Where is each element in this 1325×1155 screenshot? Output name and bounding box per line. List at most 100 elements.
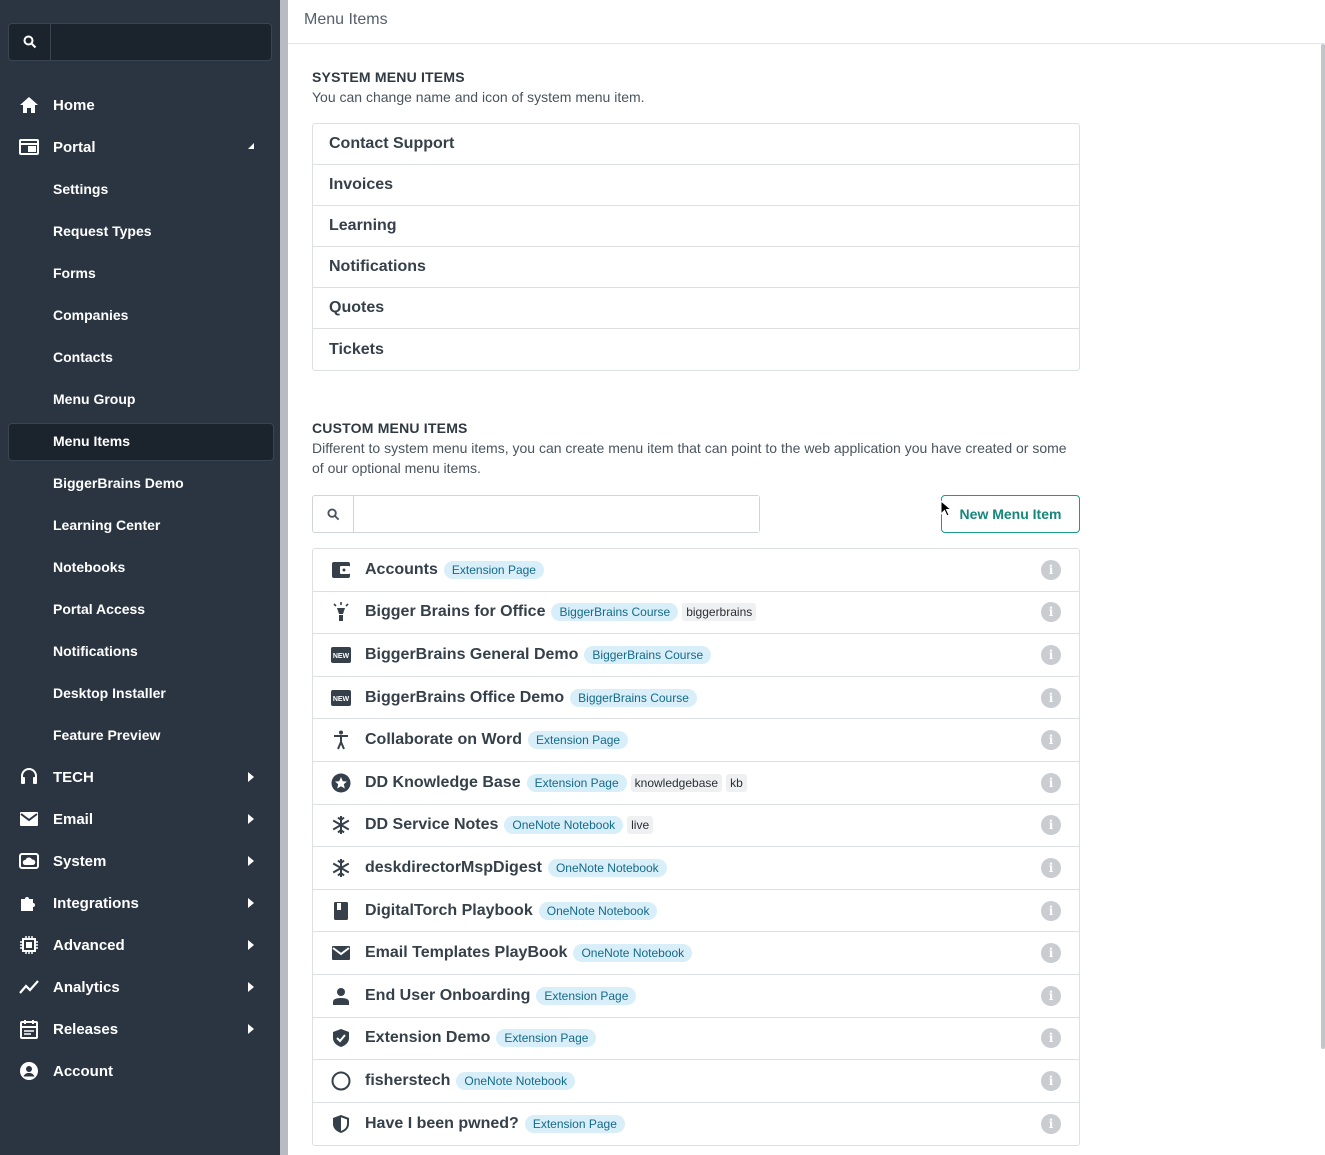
sidebar-item-system[interactable]: System — [0, 840, 280, 882]
info-icon[interactable]: i — [1041, 1114, 1061, 1135]
sidebar-subitem-contacts[interactable]: Contacts — [0, 336, 280, 378]
custom-menu-item[interactable]: Accounts Extension Page i — [313, 549, 1079, 592]
chevron-right-icon — [248, 940, 254, 950]
info-icon[interactable]: i — [1041, 772, 1061, 793]
main-content: SYSTEM MENU ITEMS You can change name an… — [312, 44, 1080, 1147]
keyword-tag: biggerbrains — [682, 603, 757, 622]
info-icon[interactable]: i — [1041, 900, 1061, 921]
info-icon[interactable]: i — [1041, 559, 1061, 580]
sidebar-item-home[interactable]: Home — [0, 84, 280, 126]
info-icon[interactable]: i — [1041, 943, 1061, 964]
type-badge: OneNote Notebook — [573, 944, 693, 963]
sidebar-item-releases[interactable]: Releases — [0, 1008, 280, 1050]
info-icon[interactable]: i — [1041, 687, 1061, 708]
custom-menu-item-body: Have I been pwned? Extension Page — [365, 1115, 625, 1134]
sidebar-item-tech[interactable]: TECH — [0, 756, 280, 798]
sidebar-item-label: Notifications — [53, 643, 138, 659]
custom-menu-item[interactable]: NEW BiggerBrains General Demo BiggerBrains… — [313, 634, 1079, 677]
custom-menu-item-name: Collaborate on Word — [365, 731, 523, 749]
info-icon[interactable]: i — [1041, 644, 1061, 665]
person-icon — [331, 986, 351, 1006]
page-header: Menu Items — [288, 0, 1325, 44]
sidebar-subitem-menu-items[interactable]: Menu Items — [0, 420, 280, 462]
system-menu-item[interactable]: Notifications — [313, 247, 1079, 288]
sidebar-subitem-companies[interactable]: Companies — [0, 294, 280, 336]
sidebar-subitem-biggerbrains-demo[interactable]: BiggerBrains Demo — [0, 462, 280, 504]
cpu-icon — [18, 935, 40, 955]
system-menu-item[interactable]: Learning — [313, 206, 1079, 247]
custom-menu-item-name: BiggerBrains General Demo — [365, 645, 579, 663]
custom-menu-item[interactable]: Bigger Brains for Office BiggerBrains Cou… — [313, 592, 1079, 635]
sidebar-resize-handle[interactable] — [280, 0, 288, 1155]
custom-toolbar: New Menu Item — [312, 494, 1080, 534]
custom-search-input[interactable] — [354, 496, 759, 532]
info-icon[interactable]: i — [1041, 730, 1061, 751]
sidebar-subitem-feature-preview[interactable]: Feature Preview — [0, 714, 280, 756]
custom-menu-item[interactable]: DigitalTorch Playbook OneNote Notebook i — [313, 890, 1079, 933]
sidebar-subitem-learning-center[interactable]: Learning Center — [0, 504, 280, 546]
sidebar-search — [8, 23, 272, 61]
book-icon — [331, 901, 351, 921]
chevron-right-icon — [248, 898, 254, 908]
chevron-down-icon — [248, 143, 254, 149]
portal-icon — [18, 137, 40, 157]
custom-menu-item[interactable]: Email Templates PlayBook OneNote Notebook… — [313, 932, 1079, 975]
custom-menu-item-name: Accounts — [365, 560, 438, 578]
svg-text:NEW: NEW — [333, 653, 350, 660]
sidebar-subitem-menu-group[interactable]: Menu Group — [0, 378, 280, 420]
search-icon — [9, 24, 51, 60]
custom-menu-item-body: End User Onboarding Extension Page — [365, 986, 637, 1005]
system-menu-item[interactable]: Invoices — [313, 165, 1079, 206]
type-badge: Extension Page — [536, 986, 637, 1005]
custom-menu-item[interactable]: NEW BiggerBrains Office Demo BiggerBrains … — [313, 677, 1079, 720]
sidebar-item-analytics[interactable]: Analytics — [0, 966, 280, 1008]
sidebar-subitem-desktop-installer[interactable]: Desktop Installer — [0, 672, 280, 714]
custom-menu-list: Accounts Extension Page i Bigger Brains for… — [312, 548, 1080, 1147]
sidebar-item-portal[interactable]: Portal — [0, 126, 280, 168]
new-menu-item-button[interactable]: New Menu Item — [941, 495, 1080, 533]
system-menu-item[interactable]: Contact Support — [313, 124, 1079, 165]
custom-menu-item[interactable]: deskdirectorMspDigest OneNote Notebook i — [313, 847, 1079, 890]
lightbulb-icon — [331, 602, 351, 622]
type-badge: BiggerBrains Course — [584, 645, 712, 664]
account-icon — [18, 1061, 40, 1081]
type-badge: Extension Page — [496, 1029, 597, 1048]
info-icon[interactable]: i — [1041, 985, 1061, 1006]
puzzle-icon — [18, 893, 40, 913]
sidebar-subitem-forms[interactable]: Forms — [0, 252, 280, 294]
sidebar-subitem-notifications[interactable]: Notifications — [0, 630, 280, 672]
svg-text:NEW: NEW — [333, 696, 350, 703]
sidebar-item-account[interactable]: Account — [0, 1050, 280, 1092]
info-icon[interactable]: i — [1041, 602, 1061, 623]
sidebar-subitem-request-types[interactable]: Request Types — [0, 210, 280, 252]
custom-menu-item[interactable]: fisherstech OneNote Notebook i — [313, 1060, 1079, 1103]
info-icon[interactable]: i — [1041, 815, 1061, 836]
sidebar-item-advanced[interactable]: Advanced — [0, 924, 280, 966]
sidebar-item-integrations[interactable]: Integrations — [0, 882, 280, 924]
custom-menu-item[interactable]: Extension Demo Extension Page i — [313, 1018, 1079, 1061]
info-icon[interactable]: i — [1041, 857, 1061, 878]
sidebar-subitem-settings[interactable]: Settings — [0, 168, 280, 210]
section-description: You can change name and icon of system m… — [312, 89, 645, 105]
info-icon[interactable]: i — [1041, 1028, 1061, 1049]
system-menu-item[interactable]: Tickets — [313, 329, 1079, 370]
custom-menu-item[interactable]: Collaborate on Word Extension Page i — [313, 719, 1079, 762]
custom-menu-item-name: Extension Demo — [365, 1029, 491, 1047]
sidebar-item-label: Feature Preview — [53, 727, 161, 743]
custom-menu-item[interactable]: Have I been pwned? Extension Page i — [313, 1103, 1079, 1146]
custom-menu-item[interactable]: DD Knowledge Base Extension Page knowledge… — [313, 762, 1079, 805]
type-badge: OneNote Notebook — [456, 1071, 576, 1090]
scrollbar[interactable] — [1321, 44, 1325, 1049]
custom-menu-item-body: Extension Demo Extension Page — [365, 1029, 597, 1048]
sidebar-subitem-portal-access[interactable]: Portal Access — [0, 588, 280, 630]
custom-menu-item[interactable]: DD Service Notes OneNote Notebook live i — [313, 805, 1079, 848]
sidebar-item-email[interactable]: Email — [0, 798, 280, 840]
info-icon[interactable]: i — [1041, 1070, 1061, 1091]
sidebar-item-label: TECH — [53, 768, 94, 786]
custom-menu-item[interactable]: End User Onboarding Extension Page i — [313, 975, 1079, 1018]
sidebar-item-label: Notebooks — [53, 559, 126, 575]
sidebar-subitem-notebooks[interactable]: Notebooks — [0, 546, 280, 588]
sidebar-search-input[interactable] — [51, 24, 271, 60]
sidebar-item-label: Settings — [53, 181, 109, 197]
system-menu-item[interactable]: Quotes — [313, 288, 1079, 329]
